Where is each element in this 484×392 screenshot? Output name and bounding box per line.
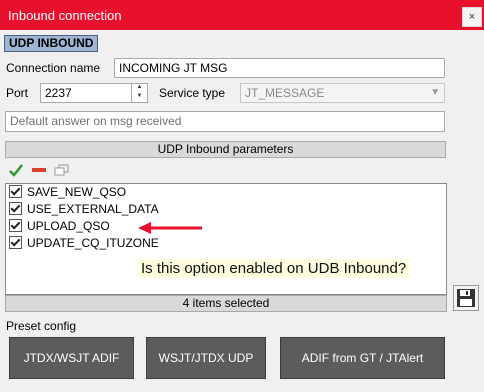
service-type-label: Service type [159, 86, 226, 100]
checkbox[interactable] [9, 219, 22, 233]
parameters-list[interactable]: SAVE_NEW_QSO USE_EXTERNAL_DATA UPLOAD_QS… [5, 183, 447, 295]
chevron-down-icon: ▼ [430, 87, 440, 98]
title-bar: Inbound connection × [0, 0, 484, 30]
parameters-header: UDP Inbound parameters [5, 141, 446, 158]
selection-status: 4 items selected [5, 295, 447, 312]
checkbox[interactable] [9, 236, 22, 250]
port-spinner[interactable]: ▲ ▼ [131, 83, 147, 103]
preset-jtdx-wsjt-adif-button[interactable]: JTDX/WSJT ADIF [9, 337, 134, 379]
default-answer-input[interactable]: Default answer on msg received [5, 111, 445, 132]
list-item[interactable]: UPLOAD_QSO [9, 218, 110, 235]
window-title: Inbound connection [8, 8, 122, 23]
list-item-label: UPDATE_CQ_ITUZONE [27, 236, 159, 250]
section-tag: UDP INBOUND [4, 35, 99, 52]
list-item-label: UPLOAD_QSO [27, 219, 110, 233]
list-item-label: USE_EXTERNAL_DATA [27, 202, 159, 216]
list-item[interactable]: SAVE_NEW_QSO [9, 184, 126, 201]
port-value: 2237 [45, 86, 72, 100]
preset-adif-gt-jtalert-button[interactable]: ADIF from GT / JTAlert [280, 337, 445, 379]
red-arrow-icon [138, 222, 202, 234]
checkbox[interactable] [9, 202, 22, 216]
preset-config-label: Preset config [6, 319, 77, 333]
floppy-disk-icon [457, 289, 475, 307]
spin-up-icon[interactable]: ▲ [132, 83, 147, 92]
remove-icon[interactable] [31, 163, 47, 177]
annotation-text: Is this option enabled on UDB Inbound? [138, 259, 410, 278]
checkbox[interactable] [9, 185, 22, 199]
copy-icon[interactable] [54, 163, 70, 177]
spin-down-icon[interactable]: ▼ [132, 92, 147, 101]
service-type-value: JT_MESSAGE [245, 86, 325, 100]
connection-name-input[interactable]: INCOMING JT MSG [114, 58, 445, 78]
connection-name-label: Connection name [6, 61, 101, 75]
preset-wsjt-jtdx-udp-button[interactable]: WSJT/JTDX UDP [146, 337, 266, 379]
list-item[interactable]: UPDATE_CQ_ITUZONE [9, 235, 159, 252]
service-type-select[interactable]: JT_MESSAGE ▼ [240, 83, 445, 103]
save-button[interactable] [453, 285, 479, 311]
close-button[interactable]: × [462, 7, 482, 27]
list-item[interactable]: USE_EXTERNAL_DATA [9, 201, 159, 218]
port-label: Port [6, 86, 29, 100]
list-item-label: SAVE_NEW_QSO [27, 185, 127, 199]
check-all-icon[interactable] [8, 163, 24, 177]
